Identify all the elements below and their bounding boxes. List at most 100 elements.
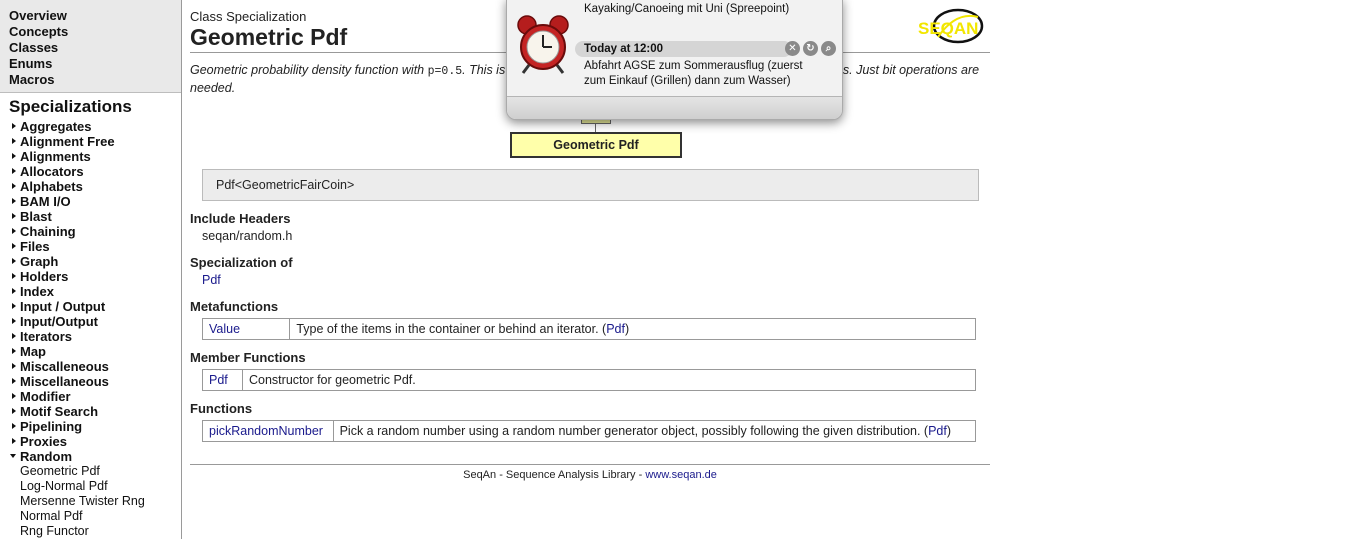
specialization-of-heading: Specialization of	[190, 255, 293, 270]
alarm-clock-icon	[517, 15, 569, 74]
page-title: Geometric Pdf	[190, 24, 348, 50]
seqan-logo[interactable]: SEQAN	[916, 7, 986, 47]
sidebar-category-label: Alignments	[20, 149, 91, 164]
sidebar-sublist: Geometric Pdf Log-Normal Pdf Mersenne Twis…	[0, 464, 181, 539]
sidebar-category[interactable]: Chaining	[0, 224, 181, 239]
footer-text: SeqAn - Sequence Analysis Library -	[463, 469, 646, 481]
nav-enums[interactable]: Enums	[9, 56, 181, 72]
sidebar-category[interactable]: Miscellaneous	[0, 374, 181, 389]
footer: SeqAn - Sequence Analysis Library - www.…	[190, 469, 990, 481]
sidebar-category-label: Holders	[20, 269, 69, 284]
footer-link[interactable]: www.seqan.de	[645, 469, 717, 481]
sidebar-section-title: Specializations	[9, 97, 132, 116]
specialization-of-link[interactable]: Pdf	[202, 273, 221, 287]
function-pdf-link[interactable]: Pdf	[928, 424, 947, 438]
sidebar-category-label: BAM I/O	[20, 194, 71, 209]
sidebar: Overview Concepts Classes Enums Macros S…	[0, 0, 182, 539]
sidebar-category[interactable]: Index	[0, 284, 181, 299]
sidebar-category-label: Modifier	[20, 389, 71, 404]
sidebar-category-label: Miscalleneous	[20, 359, 109, 374]
functions-heading: Functions	[190, 401, 253, 416]
top-nav: Overview Concepts Classes Enums Macros	[0, 0, 181, 93]
search-icon[interactable]: ⌕	[821, 41, 836, 56]
sidebar-category[interactable]: Pipelining	[0, 419, 181, 434]
sidebar-category[interactable]: Miscalleneous	[0, 359, 181, 374]
notification-time: Today at 12:00	[575, 41, 792, 57]
chevron-right-icon	[12, 123, 16, 129]
chevron-right-icon	[12, 183, 16, 189]
chevron-right-icon	[12, 333, 16, 339]
table-row: Pdf Constructor for geometric Pdf.	[202, 369, 976, 391]
sidebar-category-label: Miscellaneous	[20, 374, 109, 389]
paren-close: )	[624, 322, 630, 336]
chevron-right-icon	[12, 303, 16, 309]
sidebar-category-label: Index	[20, 284, 54, 299]
nav-classes[interactable]: Classes	[9, 40, 181, 56]
nav-overview[interactable]: Overview	[9, 8, 181, 24]
chevron-right-icon	[12, 258, 16, 264]
notification-message: Abfahrt AGSE zum Sommerausflug (zuerst z…	[584, 60, 803, 87]
sidebar-category[interactable]: Map	[0, 344, 181, 359]
sidebar-category[interactable]: Alphabets	[0, 179, 181, 194]
sidebar-category-label: Alignment Free	[20, 134, 115, 149]
sidebar-category-label: Motif Search	[20, 404, 99, 419]
chevron-right-icon	[12, 363, 16, 369]
metafunction-link[interactable]: Value	[209, 322, 240, 336]
breadcrumb: Class Specialization	[190, 9, 307, 24]
sidebar-category[interactable]: Files	[0, 239, 181, 254]
chevron-down-icon	[10, 454, 16, 458]
description-text-1: Geometric probability density function w…	[190, 63, 428, 77]
sidebar-category[interactable]: Proxies	[0, 434, 181, 449]
sidebar-category[interactable]: BAM I/O	[0, 194, 181, 209]
sidebar-category[interactable]: Motif Search	[0, 404, 181, 419]
sidebar-category-open[interactable]: Random	[0, 449, 181, 464]
chevron-right-icon	[12, 228, 16, 234]
sidebar-category[interactable]: Holders	[0, 269, 181, 284]
sidebar-subitem[interactable]: Mersenne Twister Rng	[0, 494, 181, 509]
sidebar-subitem[interactable]: Log-Normal Pdf	[0, 479, 181, 494]
metafunctions-heading: Metafunctions	[190, 299, 279, 314]
chevron-right-icon	[12, 153, 16, 159]
sidebar-category[interactable]: Allocators	[0, 164, 181, 179]
member-function-link[interactable]: Pdf	[209, 373, 228, 387]
table-row: pickRandomNumber Pick a random number us…	[202, 420, 977, 442]
chevron-right-icon	[12, 438, 16, 444]
chevron-right-icon	[12, 423, 16, 429]
sidebar-category[interactable]: Blast	[0, 209, 181, 224]
sidebar-category[interactable]: Alignment Free	[0, 134, 181, 149]
sidebar-subitem[interactable]: Normal Pdf	[0, 509, 181, 524]
chevron-right-icon	[12, 243, 16, 249]
member-function-desc: Constructor for geometric Pdf.	[242, 369, 976, 391]
chevron-right-icon	[12, 168, 16, 174]
snooze-icon[interactable]: ↻	[803, 41, 818, 56]
chevron-right-icon	[12, 393, 16, 399]
sidebar-category[interactable]: Input/Output	[0, 314, 181, 329]
sidebar-category-label: Graph	[20, 254, 59, 269]
sidebar-category[interactable]: Alignments	[0, 149, 181, 164]
sidebar-category[interactable]: Modifier	[0, 389, 181, 404]
sidebar-category-label: Iterators	[20, 329, 73, 344]
notification-popup[interactable]: Kayaking/Canoeing mit Uni (Spreepoint) T…	[506, 0, 843, 120]
sidebar-category-label: Files	[20, 239, 50, 254]
sidebar-subitem[interactable]: Geometric Pdf	[0, 464, 181, 479]
function-desc: Pick a random number using a random numb…	[339, 424, 929, 438]
sidebar-category[interactable]: Iterators	[0, 329, 181, 344]
notification-subject: Kayaking/Canoeing mit Uni (Spreepoint)	[584, 3, 790, 15]
sidebar-category[interactable]: Aggregates	[0, 119, 181, 134]
function-link[interactable]: pickRandomNumber	[209, 424, 323, 438]
diagram-current-node: Geometric Pdf	[510, 132, 682, 158]
sidebar-category-label: Blast	[20, 209, 52, 224]
sidebar-category[interactable]: Graph	[0, 254, 181, 269]
sidebar-category[interactable]: Input / Output	[0, 299, 181, 314]
sidebar-category-label: Allocators	[20, 164, 84, 179]
chevron-right-icon	[12, 198, 16, 204]
chevron-right-icon	[12, 213, 16, 219]
nav-concepts[interactable]: Concepts	[9, 24, 181, 40]
sidebar-category-label: Input/Output	[20, 314, 98, 329]
close-icon[interactable]: ✕	[785, 41, 800, 56]
sidebar-category-label: Proxies	[20, 434, 67, 449]
sidebar-category-label: Aggregates	[20, 119, 92, 134]
metafunction-pdf-link[interactable]: Pdf	[606, 322, 625, 336]
sidebar-subitem[interactable]: Rng Functor	[0, 524, 181, 539]
nav-macros[interactable]: Macros	[9, 72, 181, 88]
